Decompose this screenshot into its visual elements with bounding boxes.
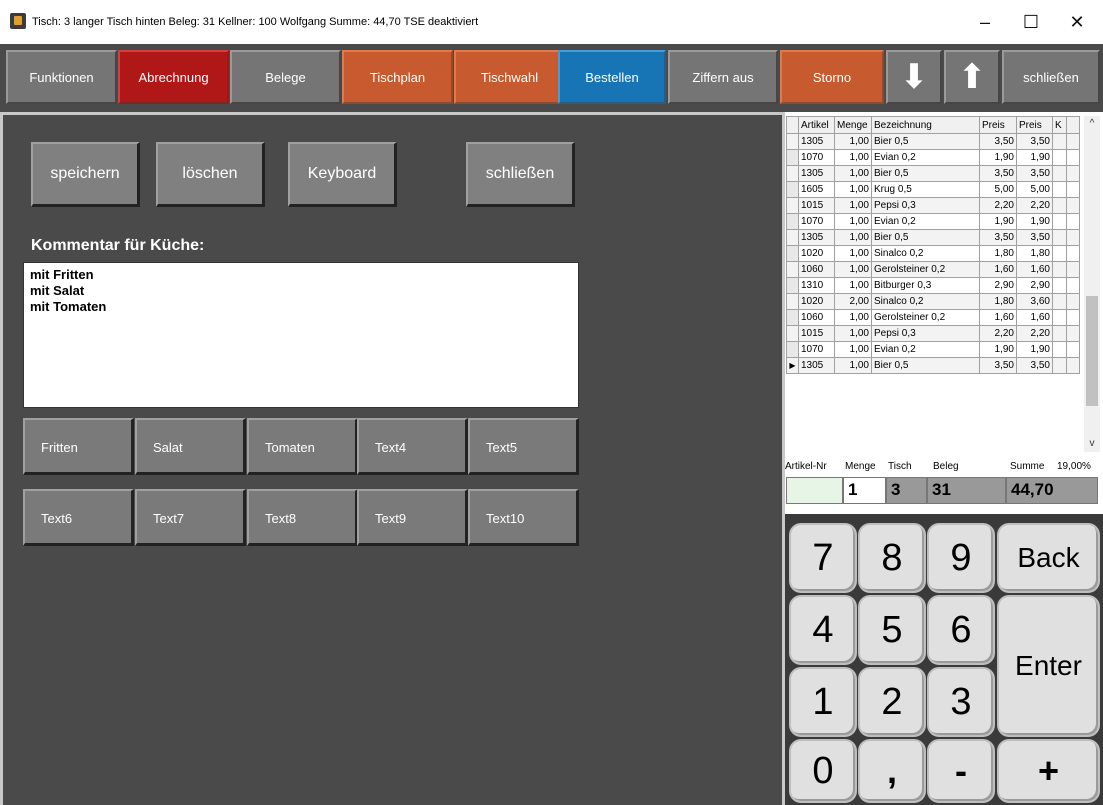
- table-row[interactable]: 1015 1,00 Pepsi 0,3 2,20 2,20: [786, 325, 1080, 342]
- label-mwst: 19,00%: [1057, 461, 1091, 472]
- text-button-text6[interactable]: Text6: [23, 489, 134, 546]
- menge-field[interactable]: 1: [843, 477, 886, 504]
- scrollbar-thumb[interactable]: [1086, 296, 1098, 406]
- table-row[interactable]: 1060 1,00 Gerolsteiner 0,2 1,60 1,60: [786, 309, 1080, 326]
- order-grid[interactable]: Artikel Menge Bezeichnung Preis Preis K …: [786, 116, 1084, 374]
- key-3[interactable]: 3: [927, 667, 995, 737]
- loeschen-button[interactable]: löschen: [156, 142, 265, 207]
- arrow-up-icon[interactable]: ⬆: [944, 50, 1000, 104]
- table-row-current[interactable]: ▶ 1305 1,00 Bier 0,5 3,50 3,50: [786, 357, 1080, 374]
- key-8[interactable]: 8: [858, 523, 926, 593]
- table-row[interactable]: 1305 1,00 Bier 0,5 3,50 3,50: [786, 165, 1080, 182]
- scroll-down-icon[interactable]: v: [1084, 436, 1100, 452]
- text-button-text7[interactable]: Text7: [135, 489, 246, 546]
- comment-label: Kommentar für Küche:: [31, 237, 205, 254]
- tisch-field: 3: [886, 477, 927, 504]
- col-artikel[interactable]: Artikel: [798, 116, 835, 134]
- label-summe: Summe: [1010, 461, 1045, 472]
- key-0[interactable]: 0: [789, 739, 857, 803]
- col-menge[interactable]: Menge: [834, 116, 872, 134]
- speichern-button[interactable]: speichern: [31, 142, 140, 207]
- text-button-text9[interactable]: Text9: [357, 489, 468, 546]
- key-4[interactable]: 4: [789, 595, 857, 665]
- text-button-salat[interactable]: Salat: [135, 418, 246, 475]
- col-preis-total[interactable]: Preis: [1016, 116, 1053, 134]
- beleg-field: 31: [927, 477, 1006, 504]
- comment-line: mit Fritten: [30, 267, 94, 282]
- table-row[interactable]: 1305 1,00 Bier 0,5 3,50 3,50: [786, 133, 1080, 150]
- col-k[interactable]: K: [1052, 116, 1067, 134]
- enter-key[interactable]: Enter: [997, 595, 1100, 737]
- minus-key[interactable]: -: [927, 739, 995, 803]
- text-button-text5[interactable]: Text5: [468, 418, 579, 475]
- main-toolbar: Funktionen Abrechnung Belege Tischplan T…: [0, 44, 1103, 112]
- table-row[interactable]: 1305 1,00 Bier 0,5 3,50 3,50: [786, 229, 1080, 246]
- label-beleg: Beleg: [933, 461, 959, 472]
- app-icon: [10, 13, 26, 29]
- belege-button[interactable]: Belege: [230, 50, 341, 104]
- storno-button[interactable]: Storno: [780, 50, 884, 104]
- grid-scrollbar[interactable]: ^ v: [1084, 116, 1100, 452]
- schliessen-comment-button[interactable]: schließen: [466, 142, 575, 207]
- scroll-up-icon[interactable]: ^: [1084, 116, 1100, 132]
- artikel-nr-field[interactable]: [786, 477, 843, 504]
- text-button-fritten[interactable]: Fritten: [23, 418, 134, 475]
- close-window-button[interactable]: ✕: [1054, 6, 1100, 38]
- table-row[interactable]: 1020 1,00 Sinalco 0,2 1,80 1,80: [786, 245, 1080, 262]
- table-row[interactable]: 1070 1,00 Evian 0,2 1,90 1,90: [786, 341, 1080, 358]
- key-9[interactable]: 9: [927, 523, 995, 593]
- tischplan-button[interactable]: Tischplan: [342, 50, 453, 104]
- table-row[interactable]: 1070 1,00 Evian 0,2 1,90 1,90: [786, 149, 1080, 166]
- label-tisch: Tisch: [888, 461, 912, 472]
- key-5[interactable]: 5: [858, 595, 926, 665]
- schliessen-toolbar-button[interactable]: schließen: [1002, 50, 1100, 104]
- bestellen-button[interactable]: Bestellen: [558, 50, 666, 104]
- table-row[interactable]: 1015 1,00 Pepsi 0,3 2,20 2,20: [786, 197, 1080, 214]
- label-artikel-nr: Artikel-Nr: [785, 461, 827, 472]
- back-key[interactable]: Back: [997, 523, 1100, 593]
- keyboard-button[interactable]: Keyboard: [288, 142, 397, 207]
- col-preis[interactable]: Preis: [979, 116, 1017, 134]
- text-button-text4[interactable]: Text4: [357, 418, 468, 475]
- grid-header-row: Artikel Menge Bezeichnung Preis Preis K: [786, 116, 1080, 134]
- text-button-text10[interactable]: Text10: [468, 489, 579, 546]
- maximize-button[interactable]: ☐: [1008, 6, 1054, 38]
- minimize-button[interactable]: –: [962, 6, 1008, 38]
- label-menge: Menge: [845, 461, 876, 472]
- text-button-text8[interactable]: Text8: [247, 489, 358, 546]
- text-button-tomaten[interactable]: Tomaten: [247, 418, 358, 475]
- key-6[interactable]: 6: [927, 595, 995, 665]
- key-2[interactable]: 2: [858, 667, 926, 737]
- table-row[interactable]: 1310 1,00 Bitburger 0,3 2,90 2,90: [786, 277, 1080, 294]
- arrow-down-icon[interactable]: ⬇: [886, 50, 942, 104]
- tischwahl-button[interactable]: Tischwahl: [454, 50, 565, 104]
- comment-line: mit Salat: [30, 283, 85, 298]
- key-1[interactable]: 1: [789, 667, 857, 737]
- comment-line: mit Tomaten: [30, 299, 107, 314]
- table-row[interactable]: 1605 1,00 Krug 0,5 5,00 5,00: [786, 181, 1080, 198]
- funktionen-button[interactable]: Funktionen: [6, 50, 117, 104]
- plus-key[interactable]: +: [997, 739, 1100, 803]
- summe-field: 44,70: [1006, 477, 1098, 504]
- key-7[interactable]: 7: [789, 523, 857, 593]
- abrechnung-button[interactable]: Abrechnung: [118, 50, 229, 104]
- col-bezeichnung[interactable]: Bezeichnung: [871, 116, 980, 134]
- table-row[interactable]: 1020 2,00 Sinalco 0,2 1,80 3,60: [786, 293, 1080, 310]
- table-row[interactable]: 1070 1,00 Evian 0,2 1,90 1,90: [786, 213, 1080, 230]
- table-row[interactable]: 1060 1,00 Gerolsteiner 0,2 1,60 1,60: [786, 261, 1080, 278]
- title-bar: Tisch: 3 langer Tisch hinten Beleg: 31 K…: [0, 0, 1103, 45]
- comma-key[interactable]: ,: [858, 739, 926, 803]
- comment-textarea[interactable]: mit Fritten mit Salat mit Tomaten: [23, 262, 579, 408]
- current-row-marker-icon: ▶: [786, 357, 799, 374]
- window-title: Tisch: 3 langer Tisch hinten Beleg: 31 K…: [32, 16, 479, 28]
- ziffern-aus-button[interactable]: Ziffern aus: [668, 50, 778, 104]
